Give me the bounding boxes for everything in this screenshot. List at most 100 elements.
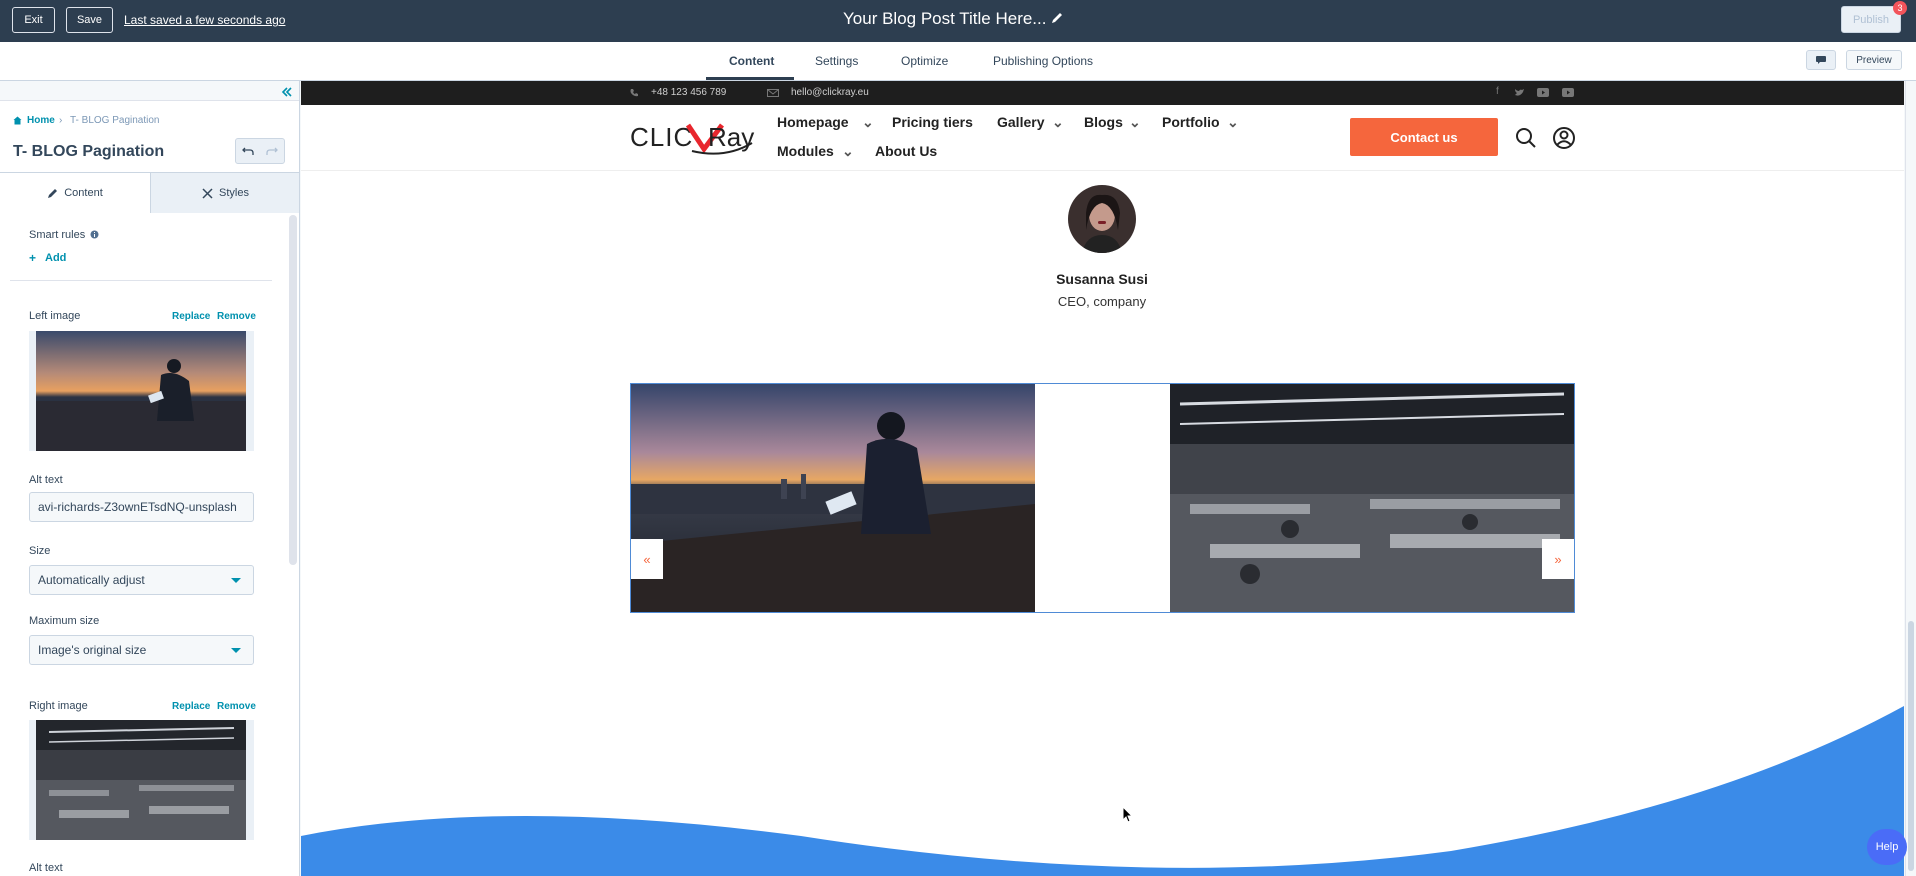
size-select-value: Automatically adjust [38,573,145,587]
module-title: T- BLOG Pagination [13,143,165,160]
testimonial-role: CEO, company [1057,294,1147,309]
panel-tabs: Content Styles [0,172,299,213]
canvas-scrollbar-thumb[interactable] [1908,621,1914,871]
chevron-down-icon: ⌄ [862,114,874,130]
undo-icon [242,147,254,155]
twitter-icon[interactable] [1514,88,1525,97]
pencil-icon [48,188,58,198]
panel-tab-styles[interactable]: Styles [150,173,299,213]
site-phone[interactable]: +48 123 456 789 [651,87,726,98]
undo-redo-group [235,138,285,164]
breadcrumb-home[interactable]: Home [27,115,55,126]
max-size-label: Maximum size [29,615,100,627]
svg-text:Ray: Ray [708,122,754,152]
pencil-icon[interactable] [1050,11,1064,25]
clickray-logo[interactable]: CLIC Ray [630,119,755,155]
nav-portfolio[interactable]: Portfolio [1162,114,1220,130]
right-image-remove-link[interactable]: Remove [217,701,256,712]
redo-button[interactable] [260,139,284,163]
exit-button[interactable]: Exit [12,7,55,33]
testimonial-name: Susanna Susi [1056,271,1148,287]
left-image-replace-link[interactable]: Replace [172,311,210,322]
next-slide-button[interactable]: » [1542,539,1574,579]
undo-button[interactable] [236,139,260,163]
last-saved-link[interactable]: Last saved a few seconds ago [124,13,285,27]
left-image-preview [36,331,246,451]
home-icon [13,116,22,125]
left-image-remove-link[interactable]: Remove [217,311,256,322]
chevron-down-icon: ⌄ [1227,114,1239,130]
panel-tab-content[interactable]: Content [0,173,150,213]
help-button[interactable]: Help [1867,829,1907,865]
smart-rules-label: Smart rules [29,229,86,241]
max-size-select-value: Image's original size [38,643,147,657]
active-tab-indicator [706,77,794,80]
preview-button[interactable]: Preview [1846,50,1902,70]
site-email[interactable]: hello@clickray.eu [791,87,869,98]
tab-publishing-options[interactable]: Publishing Options [993,54,1093,68]
phone-icon [630,89,638,97]
nav-gallery[interactable]: Gallery [997,114,1044,130]
left-slide-image [631,384,1035,612]
save-button[interactable]: Save [66,7,113,33]
panel-tab-content-label: Content [64,187,103,199]
tab-content[interactable]: Content [729,54,774,68]
section-divider [10,280,272,281]
tab-optimize[interactable]: Optimize [901,54,948,68]
add-icon[interactable]: + [29,251,36,265]
post-title[interactable]: Your Blog Post Title Here... [843,9,1046,29]
canvas-scrollbar[interactable] [1905,81,1916,876]
right-image-preview [36,720,246,840]
mail-icon [767,89,779,97]
size-label: Size [29,545,51,557]
add-smart-rule-link[interactable]: Add [45,252,66,264]
nav-homepage[interactable]: Homepage [777,114,849,130]
redo-icon [266,147,278,155]
tab-settings[interactable]: Settings [815,54,858,68]
breadcrumb-current: T- BLOG Pagination [70,115,160,126]
chevron-down-icon: ⌄ [842,143,854,159]
info-icon[interactable] [90,230,99,239]
right-image-replace-link[interactable]: Replace [172,701,210,712]
nav-modules[interactable]: Modules [777,143,834,159]
left-alt-text-input[interactable]: avi-richards-Z3ownETsdNQ-unsplash [29,492,254,522]
left-image-thumbnail[interactable] [29,331,254,451]
avatar [1068,185,1136,253]
size-select[interactable]: Automatically adjust [29,565,254,595]
chevron-down-icon: ⌄ [1052,114,1064,130]
breadcrumb-separator: › [59,115,63,126]
user-account-icon[interactable] [1553,127,1575,149]
module-sidebar: Home › T- BLOG Pagination T- BLOG Pagina… [0,81,300,876]
image-pagination-module[interactable]: « » [630,383,1575,613]
search-icon[interactable] [1515,127,1537,149]
sidebar-scrollbar[interactable] [289,215,297,565]
notification-badge: 3 [1893,1,1907,15]
editor-tabbar: Content Settings Optimize Publishing Opt… [0,42,1916,81]
facebook-icon[interactable]: f [1496,86,1499,97]
comment-icon [1816,56,1826,64]
right-slide-image [1170,384,1574,612]
right-image-label: Right image [29,700,88,712]
max-size-select[interactable]: Image's original size [29,635,254,665]
site-info-bar: +48 123 456 789 hello@clickray.eu f [301,81,1904,105]
youtube-icon[interactable] [1562,88,1574,97]
previous-slide-button[interactable]: « [631,539,663,579]
nav-about-us[interactable]: About Us [875,143,937,159]
editor-topbar: Exit Save Last saved a few seconds ago Y… [0,0,1916,42]
right-alt-text-label: Alt text [29,862,63,874]
page-preview-canvas: +48 123 456 789 hello@clickray.eu f CLIC… [301,81,1904,876]
double-chevron-left-icon[interactable] [281,86,293,98]
right-image-thumbnail[interactable] [29,720,254,840]
site-navigation: CLIC Ray Homepage ⌄ Pricing tiers Galler… [301,105,1904,171]
chevron-down-icon [231,578,241,583]
youtube-icon[interactable] [1537,88,1549,97]
sidebar-collapse-strip [0,81,299,101]
left-alt-text-label: Alt text [29,474,63,486]
publish-button[interactable]: Publish [1841,6,1901,33]
left-image-label: Left image [29,310,81,322]
nav-pricing-tiers[interactable]: Pricing tiers [892,114,973,130]
styles-brush-icon [202,187,213,199]
nav-blogs[interactable]: Blogs [1084,114,1123,130]
comments-button[interactable] [1806,50,1836,70]
contact-us-button[interactable]: Contact us [1350,118,1498,156]
